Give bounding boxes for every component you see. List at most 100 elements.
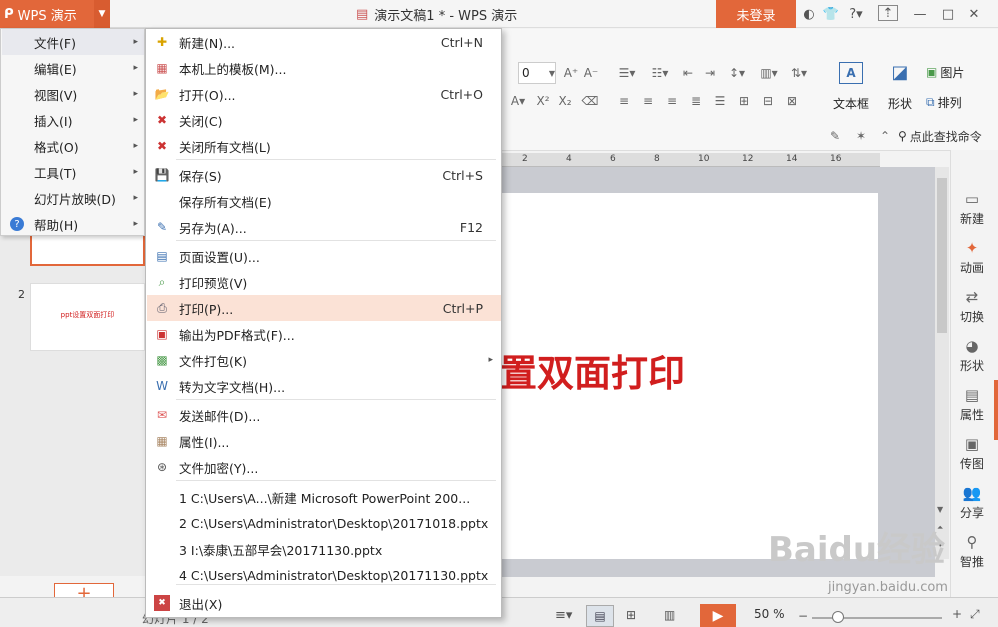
file-menu-item-1[interactable]: ▦ 本机上的模板(M)... (147, 55, 501, 81)
app-menu-dropdown-button[interactable]: ▼ (94, 0, 110, 28)
notes-icon[interactable]: ≡▾ (555, 608, 572, 623)
zoom-out-icon[interactable]: − (798, 609, 808, 623)
shape-button[interactable]: ◪ 形状 (880, 62, 920, 112)
file-menu-item-6[interactable]: 保存所有文档(E) (147, 188, 501, 214)
align-center-icon[interactable]: ≡ (638, 90, 658, 112)
menu-item-1[interactable]: 编辑(E) ▸ (2, 55, 144, 81)
menu-item-0[interactable]: 文件(F) ▸ (2, 29, 144, 55)
file-menu-item-2[interactable]: 📂 打开(O)... Ctrl+O (147, 81, 501, 107)
file-menu-item-0[interactable]: ✚ 新建(N)... Ctrl+N (147, 29, 501, 55)
normal-view-icon[interactable]: ▤ (586, 605, 614, 627)
right-panel-shape[interactable]: ◕ 形状 (950, 337, 994, 374)
increase-font-icon[interactable]: A⁺ (562, 62, 580, 84)
file-menu-item-7[interactable]: ✎ 另存为(A)... F12 (147, 214, 501, 240)
chevron-right-icon: ▸ (133, 167, 138, 177)
file-menu-item-12[interactable]: ▩ 文件打包(K) ▸ (147, 347, 501, 373)
right-panel-switch[interactable]: ⇄ 切换 (950, 288, 994, 325)
align-right-icon[interactable]: ≡ (662, 90, 682, 112)
file-menu-item-label: 发送邮件(D)... (179, 408, 261, 424)
picture-button[interactable]: ▣ 图片 (926, 62, 982, 82)
clear-format-icon[interactable]: ⌫ (580, 90, 600, 112)
slide-sorter-icon[interactable]: ⊞ (626, 608, 636, 622)
menu-item-6[interactable]: 幻灯片放映(D) ▸ (2, 185, 144, 211)
right-panel-new[interactable]: ▭ 新建 (950, 190, 994, 227)
recent-file-item[interactable]: 2 C:\Users\Administrator\Desktop\2017101… (147, 510, 501, 536)
reading-view-icon[interactable]: ▥ (664, 608, 675, 622)
file-menu-item-3[interactable]: ✖ 关闭(C) (147, 107, 501, 133)
arrange-button[interactable]: ⧉ 排列 (926, 92, 982, 112)
file-menu-item-13[interactable]: W 转为文字文档(H)... (147, 373, 501, 399)
numbered-list-icon[interactable]: ☷▾ (645, 62, 675, 84)
file-menu-item-14[interactable]: ✉ 发送邮件(D)... (147, 402, 501, 428)
exit-menu-item[interactable]: ✖ 退出(X) (147, 590, 501, 616)
menu-item-7[interactable]: ? 帮助(H) ▸ (2, 211, 144, 237)
align-left-icon[interactable]: ≡ (614, 90, 634, 112)
font-color-icon[interactable]: A▾ (505, 90, 531, 112)
right-panel-share[interactable]: 👥 分享 (950, 484, 994, 521)
menu-item-5[interactable]: 工具(T) ▸ (2, 159, 144, 185)
decrease-font-icon[interactable]: A⁻ (582, 62, 600, 84)
file-menu-item-5[interactable]: 💾 保存(S) Ctrl+S (147, 162, 501, 188)
shirt-icon[interactable]: 👕 (820, 5, 842, 23)
font-size-input[interactable]: 0 ▼ (518, 62, 556, 84)
file-menu-item-16[interactable]: ⊛ 文件加密(Y)... (147, 454, 501, 480)
bullet-list-icon[interactable]: ☰▾ (612, 62, 642, 84)
align-bottom-icon[interactable]: ⊠ (782, 90, 802, 112)
file-menu-item-4[interactable]: ✖ 关闭所有文档(L) (147, 133, 501, 159)
wps-logo-label: WPS 演示 (17, 8, 77, 24)
recent-file-item[interactable]: 1 C:\Users\A...\新建 Microsoft PowerPoint … (147, 484, 501, 510)
columns-icon[interactable]: ▥▾ (754, 62, 784, 84)
recent-file-item[interactable]: 4 C:\Users\Administrator\Desktop\2017113… (147, 562, 501, 588)
pin-icon[interactable]: ✶ (852, 128, 870, 144)
textbox-button[interactable]: A 文本框 (826, 62, 876, 112)
subscript-icon[interactable]: X₂ (555, 90, 575, 112)
superscript-icon[interactable]: X² (533, 90, 553, 112)
fit-window-icon[interactable]: ⤢ (970, 607, 980, 622)
file-menu-item-10[interactable]: ⎙ 打印(P)... Ctrl+P (147, 295, 501, 321)
font-size-value: 0 (522, 66, 530, 80)
slide-number-2: 2 (18, 288, 25, 301)
menu-item-2[interactable]: 视图(V) ▸ (2, 81, 144, 107)
justify-icon[interactable]: ≣ (686, 90, 706, 112)
help-icon[interactable]: ?▾ (845, 5, 867, 23)
minimize-icon[interactable]: — (912, 5, 928, 23)
file-menu-item-label: 保存所有文档(E) (179, 194, 272, 210)
play-slideshow-button[interactable]: ▶ (700, 604, 736, 627)
zoom-in-icon[interactable]: + (952, 607, 962, 621)
close-window-icon[interactable]: ✕ (966, 5, 982, 23)
scroll-down-icon[interactable]: ▼ (937, 505, 943, 514)
wps-app-menu-button[interactable]: ᑭ WPS 演示 (0, 0, 94, 28)
file-menu-item-9[interactable]: ⌕ 打印预览(V) (147, 269, 501, 295)
slide-thumbnail-1[interactable] (30, 234, 145, 266)
slide-title-text[interactable]: 置双面打印 (500, 340, 700, 400)
zoom-slider-thumb[interactable] (832, 611, 844, 623)
menu-item-label: 幻灯片放映(D) (34, 191, 116, 207)
vertical-align-icon[interactable]: ⊞ (734, 90, 754, 112)
decrease-indent-icon[interactable]: ⇤ (678, 62, 698, 84)
login-button[interactable]: 未登录 (716, 0, 796, 28)
right-panel-smart-push[interactable]: ⚲ 智推 (950, 533, 994, 570)
distribute-icon[interactable]: ☰ (710, 90, 730, 112)
right-panel-label: 形状 (959, 359, 984, 373)
line-spacing-icon[interactable]: ↕▾ (722, 62, 752, 84)
maximize-icon[interactable]: □ (940, 5, 956, 23)
skin-icon[interactable]: ◐ (800, 5, 818, 23)
file-menu-item-11[interactable]: ▣ 输出为PDF格式(F)... (147, 321, 501, 347)
right-panel-property[interactable]: ▤ 属性 (950, 386, 994, 423)
right-panel-upload-image[interactable]: ▣ 传图 (950, 435, 994, 472)
align-middle-icon[interactable]: ⊟ (758, 90, 778, 112)
right-panel-animation[interactable]: ✦ 动画 (950, 239, 994, 276)
collapse-ribbon-icon[interactable]: ⌃ (876, 128, 894, 144)
scrollbar-thumb[interactable] (937, 178, 947, 333)
menu-item-3[interactable]: 插入(I) ▸ (2, 107, 144, 133)
menu-item-4[interactable]: 格式(O) ▸ (2, 133, 144, 159)
restore-window-icon[interactable]: ⇡ (878, 5, 898, 21)
file-menu-item-8[interactable]: ▤ 页面设置(U)... (147, 243, 501, 269)
command-search[interactable]: ⚲ 点此查找命令 (898, 126, 998, 146)
zoom-level[interactable]: 50 % (754, 607, 785, 621)
recent-file-item[interactable]: 3 I:\泰康\五部早会\20171130.pptx (147, 536, 501, 562)
increase-indent-icon[interactable]: ⇥ (700, 62, 720, 84)
file-menu-item-15[interactable]: ▦ 属性(I)... (147, 428, 501, 454)
tools-icon[interactable]: ✎ (826, 128, 844, 144)
text-direction-icon[interactable]: ⇅▾ (786, 62, 812, 84)
